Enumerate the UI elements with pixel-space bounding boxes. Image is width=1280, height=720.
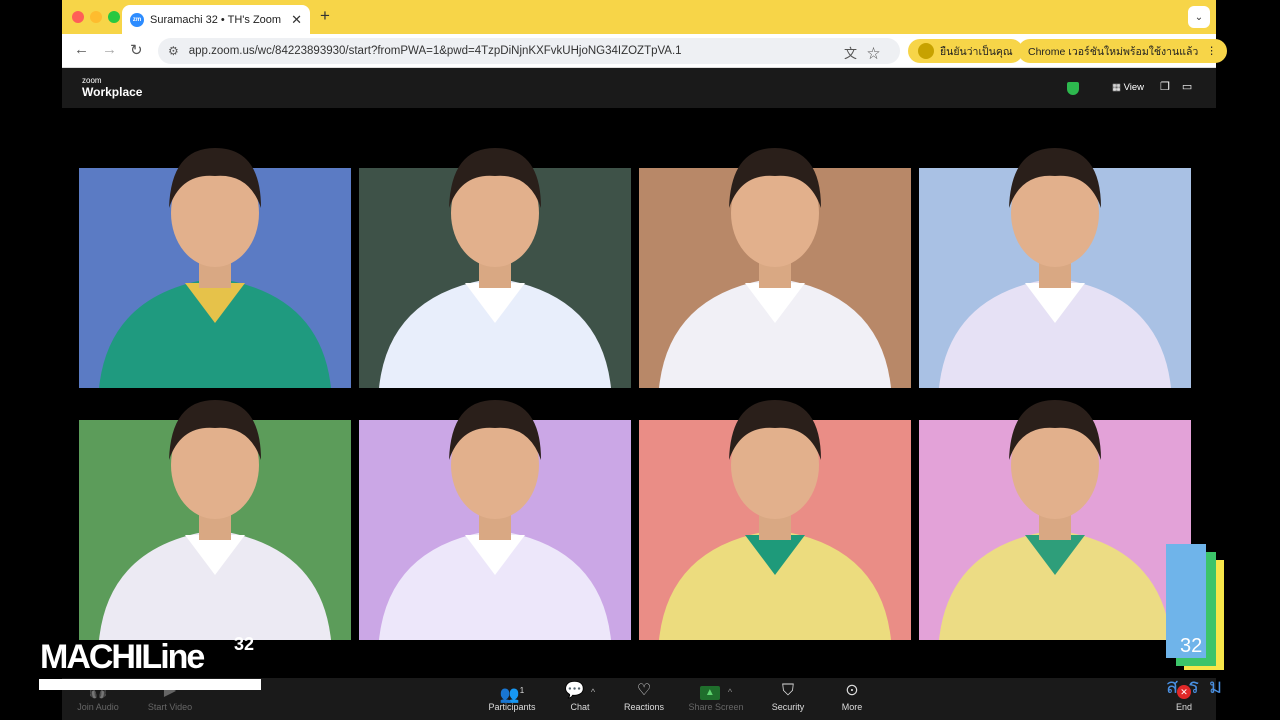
- zoom-icon: zm: [130, 12, 144, 27]
- kebab-menu-icon[interactable]: ⋮: [1206, 45, 1217, 57]
- more-label: More: [841, 702, 863, 712]
- close-window-button[interactable]: [72, 11, 84, 23]
- grid-view-icon: ▦: [1112, 82, 1124, 93]
- url-text: app.zoom.us/wc/84223893930/start?fromPWA…: [188, 45, 682, 57]
- chat-chevron-up-icon[interactable]: ^: [591, 687, 595, 697]
- view-button[interactable]: ▦ View: [1112, 82, 1144, 93]
- participant-figure: [939, 400, 1171, 640]
- browser-toolbar: ← → ↻ ⚙ app.zoom.us/wc/84223893930/start…: [62, 34, 1227, 68]
- heart-icon: ♡: [636, 682, 652, 699]
- people-icon: 👥: [499, 686, 520, 704]
- maximize-window-button[interactable]: [108, 11, 120, 23]
- tab-menu-chevron-icon[interactable]: ⌄: [1188, 6, 1210, 28]
- srm-logo-text: สรม: [1166, 676, 1233, 698]
- fullscreen-icon[interactable]: ▭: [1182, 81, 1204, 93]
- zoom-header: zoom Workplace ▦ View ❐▭: [62, 68, 1216, 108]
- share-chevron-up-icon[interactable]: ^: [728, 687, 732, 697]
- new-tab-button[interactable]: +: [320, 6, 330, 26]
- machiline-superscript: 32: [234, 634, 255, 654]
- zoom-logo-text: zoom: [82, 76, 102, 85]
- participant-video-tile[interactable]: [919, 148, 1191, 388]
- workplace-logo-text: Workplace: [82, 85, 143, 99]
- end-label: End: [1175, 702, 1192, 712]
- participant-figure: [939, 148, 1171, 388]
- participants-label: Participants: [488, 702, 536, 712]
- chat-label: Chat: [570, 702, 590, 712]
- participant-video-tile[interactable]: [359, 400, 631, 640]
- participant-video-tile[interactable]: [79, 148, 351, 388]
- minimize-window-button[interactable]: [90, 11, 102, 23]
- participant-video-tile[interactable]: [79, 400, 351, 640]
- machiline-underline-bar: [39, 679, 261, 690]
- srm-logo-icon: 32: [1166, 544, 1224, 670]
- browser-tab[interactable]: zm Suramachi 32 • TH's Zoom M ✕: [122, 5, 310, 34]
- participant-video-tile[interactable]: [919, 400, 1191, 640]
- reactions-label: Reactions: [623, 702, 665, 712]
- forward-arrow-icon[interactable]: →: [102, 41, 117, 58]
- share-screen-button[interactable]: ▲ ^ Share Screen: [680, 680, 752, 712]
- join-audio-label: Join Audio: [77, 702, 119, 712]
- chat-button[interactable]: 💬 ^ Chat: [544, 680, 616, 712]
- picture-in-picture-icon[interactable]: ❐: [1160, 81, 1182, 93]
- address-bar[interactable]: ⚙ app.zoom.us/wc/84223893930/start?fromP…: [158, 38, 900, 64]
- more-dots-icon: ⊙: [845, 682, 859, 699]
- participants-count: 1: [519, 686, 525, 695]
- participant-figure: [379, 148, 611, 388]
- browser-window: zm Suramachi 32 • TH's Zoom M ✕ + ⌄ ← → …: [62, 0, 1227, 720]
- bookmark-star-icon[interactable]: ☆: [867, 46, 890, 61]
- machiline-logo-text: MACHILine: [40, 638, 205, 676]
- chat-bubble-icon: 💬: [564, 682, 585, 699]
- participant-figure: [99, 148, 331, 388]
- chrome-update-label: Chrome เวอร์ชันใหม่พร้อมใช้งานแล้ว: [1028, 45, 1199, 58]
- verify-identity-button[interactable]: ยืนยันว่าเป็นคุณ: [908, 39, 1023, 63]
- chrome-update-button[interactable]: Chrome เวอร์ชันใหม่พร้อมใช้งานแล้ว ⋮: [1018, 39, 1227, 63]
- shield-icon: ⛉: [781, 682, 794, 699]
- reload-icon[interactable]: ↻: [130, 41, 143, 59]
- participant-video-tile[interactable]: [359, 148, 631, 388]
- start-video-label: Start Video: [147, 702, 193, 712]
- participant-figure: [659, 148, 891, 388]
- participant-figure: [659, 400, 891, 640]
- participant-video-tile[interactable]: [639, 400, 911, 640]
- verify-identity-label: ยืนยันว่าเป็นคุณ: [940, 45, 1013, 58]
- video-grid: [62, 108, 1216, 678]
- back-arrow-icon[interactable]: ←: [74, 41, 89, 58]
- close-tab-icon[interactable]: ✕: [291, 12, 302, 28]
- srm-number: 32: [1180, 635, 1202, 657]
- participant-figure: [99, 400, 331, 640]
- participants-button[interactable]: 👥1 Participants: [476, 680, 548, 712]
- reactions-button[interactable]: ♡ Reactions: [608, 680, 680, 712]
- view-label: View: [1123, 82, 1145, 93]
- participant-video-tile[interactable]: [639, 148, 911, 388]
- share-screen-icon: ▲: [699, 686, 720, 700]
- participant-figure: [379, 400, 611, 640]
- share-screen-label: Share Screen: [688, 702, 744, 712]
- site-info-icon[interactable]: ⚙: [168, 44, 179, 58]
- more-button[interactable]: ⊙ More: [816, 680, 888, 712]
- security-label: Security: [771, 702, 805, 712]
- translate-icon[interactable]: 文: [844, 46, 867, 61]
- encryption-shield-icon[interactable]: [1067, 82, 1079, 95]
- profile-icon: [918, 43, 934, 59]
- tab-title: Suramachi 32 • TH's Zoom M: [150, 13, 286, 26]
- tab-bar: zm Suramachi 32 • TH's Zoom M ✕ + ⌄: [62, 0, 1216, 34]
- security-button[interactable]: ⛉ Security: [752, 680, 824, 712]
